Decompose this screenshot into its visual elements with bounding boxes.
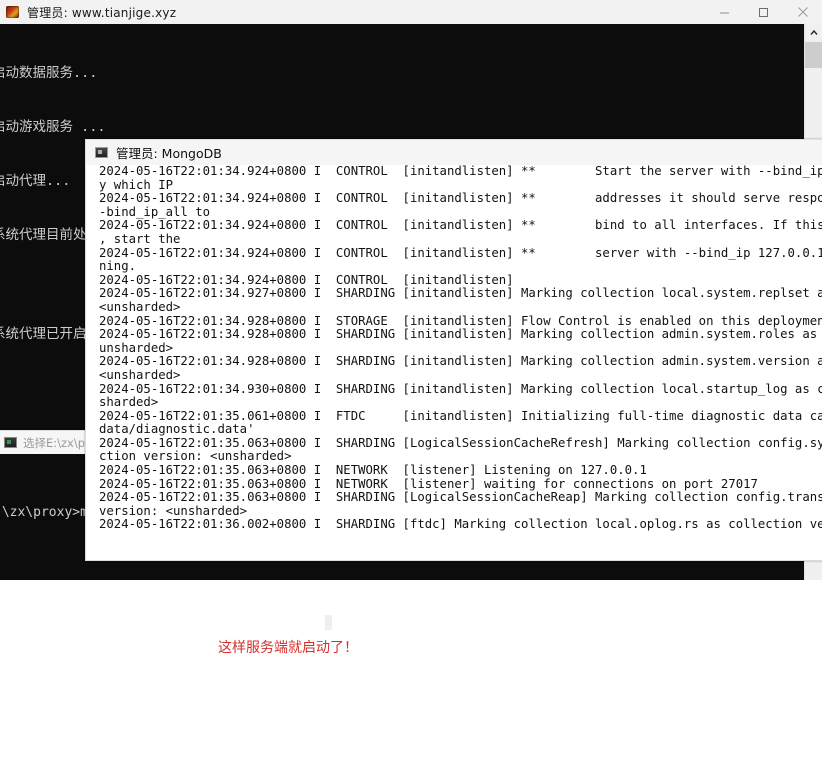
mongodb-log-line: 2024-05-16T22:01:36.002+0800 I SHARDING … [99,517,822,532]
proxy-console-area[interactable]: :\zx\proxy>mi t 22:01:35.135] 22:01:35.1… [0,454,97,558]
scrollbar-thumb[interactable] [805,42,822,68]
scroll-up-button[interactable] [805,24,822,41]
console-line: 启动游戏服务 ... [0,119,106,135]
minimize-icon [720,12,729,13]
mongodb-log-line: unsharded> [99,340,174,355]
console-app-icon [95,146,109,160]
game-app-icon [5,4,21,20]
mongodb-log-line: -bind_ip_all to [99,204,211,219]
mongodb-log-output: 2024-05-16T22:01:34.924+0800 I CONTROL [… [99,165,822,532]
chevron-up-icon [809,29,818,35]
mongodb-window-title: 管理员: MongoDB [116,146,222,161]
mongodb-log-line: <unsharded> [99,367,181,382]
back-window-controls [705,0,822,24]
close-icon [797,7,808,17]
mongodb-log-line: , start the [99,231,181,246]
mongodb-log-line: 2024-05-16T22:01:34.924+0800 I CONTROL [… [99,272,514,287]
console-app-icon [4,436,18,450]
mongodb-log-line: 2024-05-16T22:01:35.061+0800 I FTDC [ini… [99,408,822,423]
back-window-titlebar[interactable]: 管理员: www.tianjige.xyz [0,0,822,25]
mongodb-log-line: 2024-05-16T22:01:34.930+0800 I SHARDING … [99,381,822,396]
mongodb-window-titlebar[interactable]: 管理员: MongoDB [85,139,822,165]
mongodb-log-line: 2024-05-16T22:01:34.924+0800 I CONTROL [… [99,165,822,178]
mongodb-console-area[interactable]: 2024-05-16T22:01:34.924+0800 I CONTROL [… [85,165,822,561]
mongodb-log-line: 2024-05-16T22:01:34.928+0800 I SHARDING … [99,354,822,369]
mongodb-log-line: 2024-05-16T22:01:35.063+0800 I NETWORK [… [99,463,647,478]
mongodb-log-line: 2024-05-16T22:01:34.924+0800 I CONTROL [… [99,245,822,260]
mongodb-log-line: version: <unsharded> [99,503,248,518]
mongodb-log-line: 2024-05-16T22:01:34.924+0800 I CONTROL [… [99,218,822,233]
mongodb-log-line: y which IP [99,177,174,192]
close-button[interactable] [783,0,822,24]
mongodb-log-line: data/diagnostic.data' [99,422,255,437]
proxy-window-titlebar[interactable]: 选择E:\zx\proxy [0,430,97,455]
mongodb-log-line: ction version: <unsharded> [99,449,292,464]
mongodb-log-line: 2024-05-16T22:01:34.924+0800 I CONTROL [… [99,191,822,206]
proxy-console-window[interactable]: 选择E:\zx\proxy :\zx\proxy>mi t 22:01:35.1… [0,430,97,558]
console-cursor [325,615,332,630]
mongodb-log-line: 2024-05-16T22:01:35.063+0800 I SHARDING … [99,435,822,450]
mongodb-log-line: <unsharded> [99,299,181,314]
proxy-console-line: :\zx\proxy>mi t [0,505,96,520]
mongodb-log-line: 2024-05-16T22:01:35.063+0800 I NETWORK [… [99,476,758,491]
red-annotation-text: 这样服务端就启动了！ [218,640,358,656]
maximize-icon [759,7,768,17]
maximize-button[interactable] [744,0,783,24]
mongodb-log-line: 2024-05-16T22:01:34.927+0800 I SHARDING … [99,286,822,301]
mongodb-log-line: sharded> [99,395,159,410]
console-line: 启动数据服务... [0,65,98,81]
mongodb-log-line: 2024-05-16T22:01:34.928+0800 I SHARDING … [99,327,818,342]
mongodb-log-line: 2024-05-16T22:01:35.063+0800 I SHARDING … [99,490,822,505]
mongodb-console-window[interactable]: 管理员: MongoDB 2024-05-16T22:01:34.924+080… [85,139,822,561]
proxy-console-output: :\zx\proxy>mi t 22:01:35.135] 22:01:35.1… [0,468,97,558]
mongodb-log-line: 2024-05-16T22:01:34.928+0800 I STORAGE [… [99,313,822,328]
minimize-button[interactable] [705,0,744,24]
back-window-title: 管理员: www.tianjige.xyz [27,5,177,20]
mongodb-log-line: ning. [99,259,137,274]
